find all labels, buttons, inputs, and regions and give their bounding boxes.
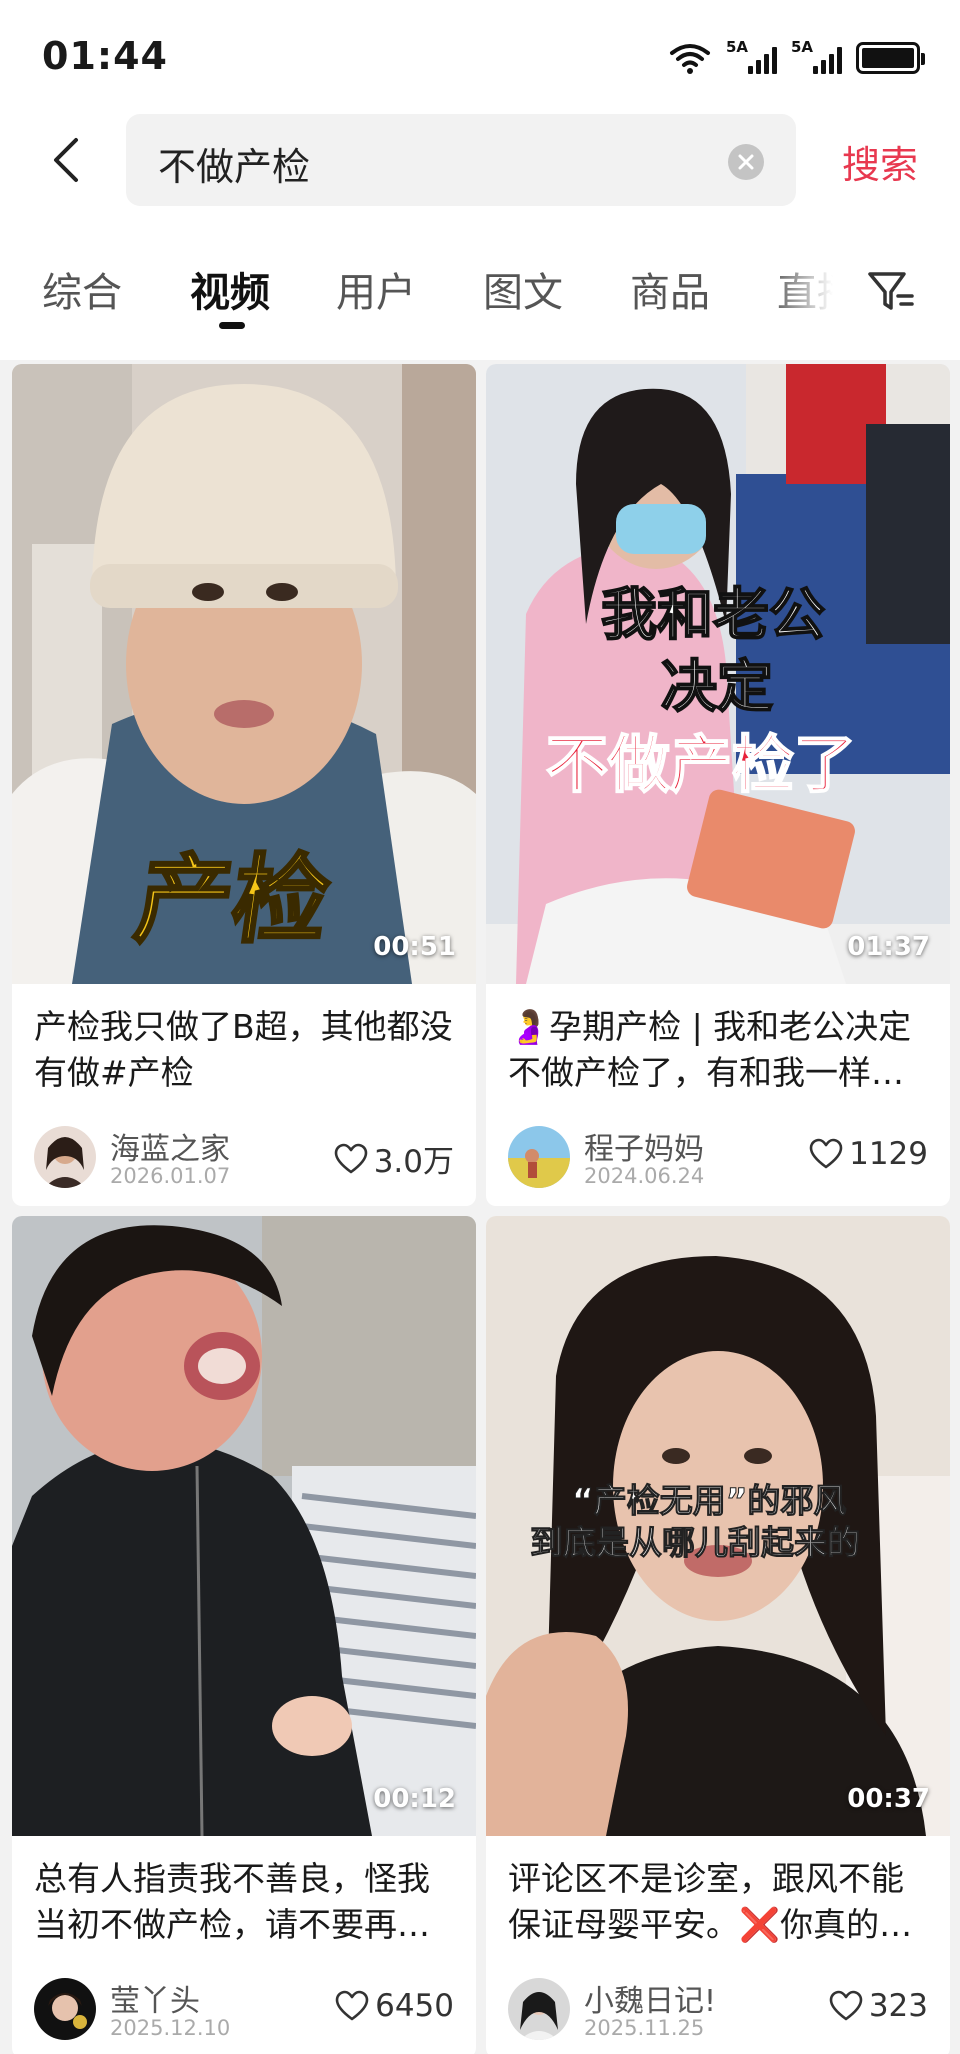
avatar[interactable] [34,1126,96,1188]
post-date: 2024.06.24 [584,1164,705,1188]
cell-signal-2-label: 5A [791,38,814,56]
search-input[interactable]: 不做产检 [126,114,796,206]
video-feed: 产检 00:51 产检我只做了B超，其他都没有做#产检 海蓝之家 2026.01… [0,360,960,2054]
like-count: 1129 [849,1136,928,1172]
battery-icon [856,42,925,74]
tab-video[interactable]: 视频 [190,260,270,318]
thumbnail-caption-line-2: 决定 [660,654,774,721]
status-icons: 5A 5A [668,38,925,78]
thumbnail-caption-line-1: “产检无用”的邪风 [571,1481,847,1521]
like-count: 3.0万 [373,1144,454,1180]
avatar[interactable] [508,1978,570,2040]
post-date: 2025.12.10 [110,2016,231,2040]
video-duration: 00:12 [373,1784,456,1814]
author-row: 海蓝之家 2026.01.07 3.0万 [34,1122,454,1192]
thumbnail-caption-line-1: 我和老公 [600,582,826,649]
heart-outline-icon [334,1143,367,1173]
like-button[interactable]: 323 [829,1988,928,2024]
filter-icon[interactable] [866,266,916,316]
video-title[interactable]: 总有人指责我不善良，怪我当初不做产检，请不要再说了 [34,1856,454,1948]
tab-comprehensive[interactable]: 综合 [42,260,122,318]
status-time: 01:44 [42,34,168,78]
video-title[interactable]: 产检我只做了B超，其他都没有做#产检 [34,1004,454,1096]
author-name[interactable]: 海蓝之家 [110,1124,230,1168]
author-row: 莹丫头 2025.12.10 6450 [34,1974,454,2044]
chevron-left-icon [54,138,78,182]
like-count: 6450 [375,1988,454,2024]
video-thumbnail[interactable]: 产检 00:51 [12,364,476,984]
video-title[interactable]: 🤰孕期产检 | 我和老公决定不做产检了，有和我一样的吗 [508,1004,928,1096]
author-name[interactable]: 小魏日记! [584,1976,716,2020]
author-row: 小魏日记! 2025.11.25 323 [508,1974,928,2044]
status-bar: 01:44 5A 5A [0,0,960,110]
tab-users[interactable]: 用户 [336,260,416,318]
author-name[interactable]: 程子妈妈 [584,1124,704,1168]
video-card[interactable]: 00:12 总有人指责我不善良，怪我当初不做产检，请不要再说了 莹丫头 2025… [12,1216,476,2054]
search-button[interactable]: 搜索 [842,134,918,189]
heart-outline-icon [335,1990,369,2021]
video-card[interactable]: 产检 00:51 产检我只做了B超，其他都没有做#产检 海蓝之家 2026.01… [12,364,476,1206]
cell-signal-2-icon: 5A [791,38,842,74]
thumbnail-caption-line-2: 到底是从哪儿刮起来的 [530,1523,861,1563]
cell-signal-1-icon: 5A [726,38,777,74]
video-card[interactable]: 我和老公 决定 不做产检了 01:37 🤰孕期产检 | 我和老公决定不做产检了，… [486,364,950,1206]
cell-signal-1-label: 5A [726,38,749,56]
author-row: 程子妈妈 2024.06.24 1129 [508,1122,928,1192]
video-title[interactable]: 评论区不是诊室，跟风不能保证母婴平安。❌你真的了解吗 [508,1856,928,1948]
wifi-icon [670,44,710,74]
post-date: 2025.11.25 [584,2016,705,2040]
video-duration: 00:51 [373,932,456,962]
video-thumbnail[interactable]: “产检无用”的邪风 到底是从哪儿刮起来的 00:37 [486,1216,950,1836]
category-tabs: 综合 视频 用户 图文 商品 直播 [0,250,960,340]
like-button[interactable]: 1129 [809,1136,928,1172]
avatar[interactable] [508,1126,570,1188]
author-name[interactable]: 莹丫头 [110,1976,200,2020]
post-date: 2026.01.07 [110,1164,231,1188]
heart-outline-icon [829,1990,863,2021]
active-tab-indicator [219,322,245,329]
search-bar: 不做产检 搜索 [0,110,960,210]
video-thumbnail[interactable]: 00:12 [12,1216,476,1836]
like-count: 323 [868,1988,928,2024]
clear-search-button[interactable] [728,144,764,180]
video-card[interactable]: “产检无用”的邪风 到底是从哪儿刮起来的 00:37 评论区不是诊室，跟风不能保… [486,1216,950,2054]
thumbnail-caption-line-3: 不做产检了 [545,727,857,802]
heart-outline-icon [809,1138,843,1169]
tab-fade [770,250,860,330]
video-thumbnail[interactable]: 我和老公 决定 不做产检了 01:37 [486,364,950,984]
clear-circle-icon [738,154,754,170]
back-button[interactable] [40,132,90,188]
thumbnail-caption: 产检 [127,843,338,958]
video-duration: 00:37 [847,1784,930,1814]
search-query[interactable]: 不做产检 [158,136,310,191]
like-button[interactable]: 6450 [335,1988,454,2024]
tab-image-text[interactable]: 图文 [483,260,563,318]
avatar[interactable] [34,1978,96,2040]
video-duration: 01:37 [847,932,930,962]
like-button[interactable]: 3.0万 [334,1136,454,1181]
tab-products[interactable]: 商品 [630,260,710,318]
